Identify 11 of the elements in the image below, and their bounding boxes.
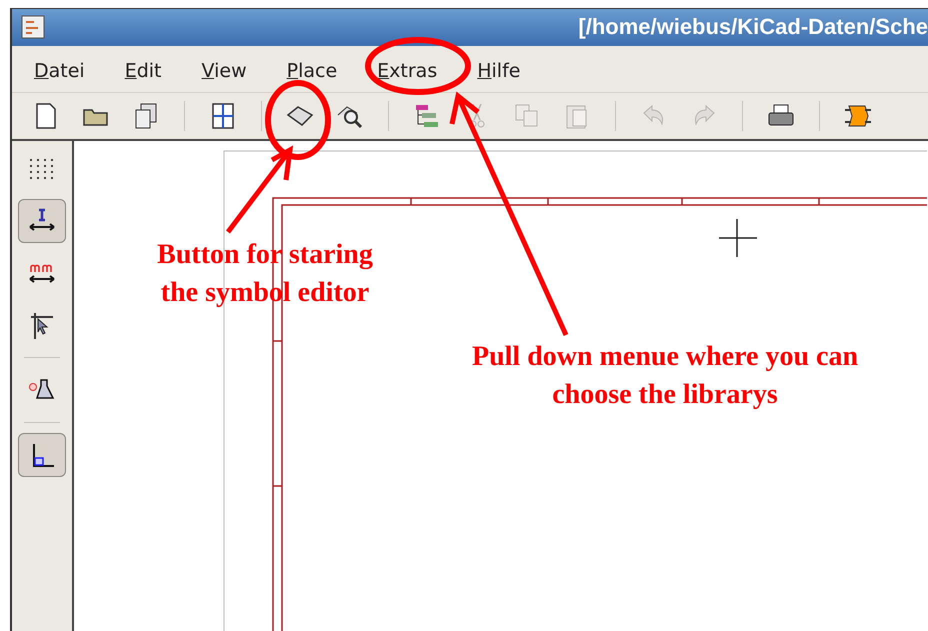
menu-item[interactable]: Hilfe bbox=[469, 60, 528, 82]
menu-item[interactable]: Datei bbox=[26, 60, 93, 82]
annotation-text: Pull down menue where you can choose the librarys bbox=[472, 340, 858, 412]
menu-item[interactable]: Edit bbox=[116, 60, 170, 82]
app-icon bbox=[20, 14, 46, 40]
menu-item[interactable]: Extras bbox=[369, 60, 446, 82]
menu-item[interactable]: Place bbox=[278, 60, 346, 82]
window-title: [/home/wiebus/KiCad-Daten/Sche bbox=[578, 14, 928, 40]
tool-button[interactable] bbox=[18, 199, 66, 243]
tool-button[interactable] bbox=[18, 433, 66, 477]
menu-item[interactable]: View bbox=[194, 60, 255, 82]
